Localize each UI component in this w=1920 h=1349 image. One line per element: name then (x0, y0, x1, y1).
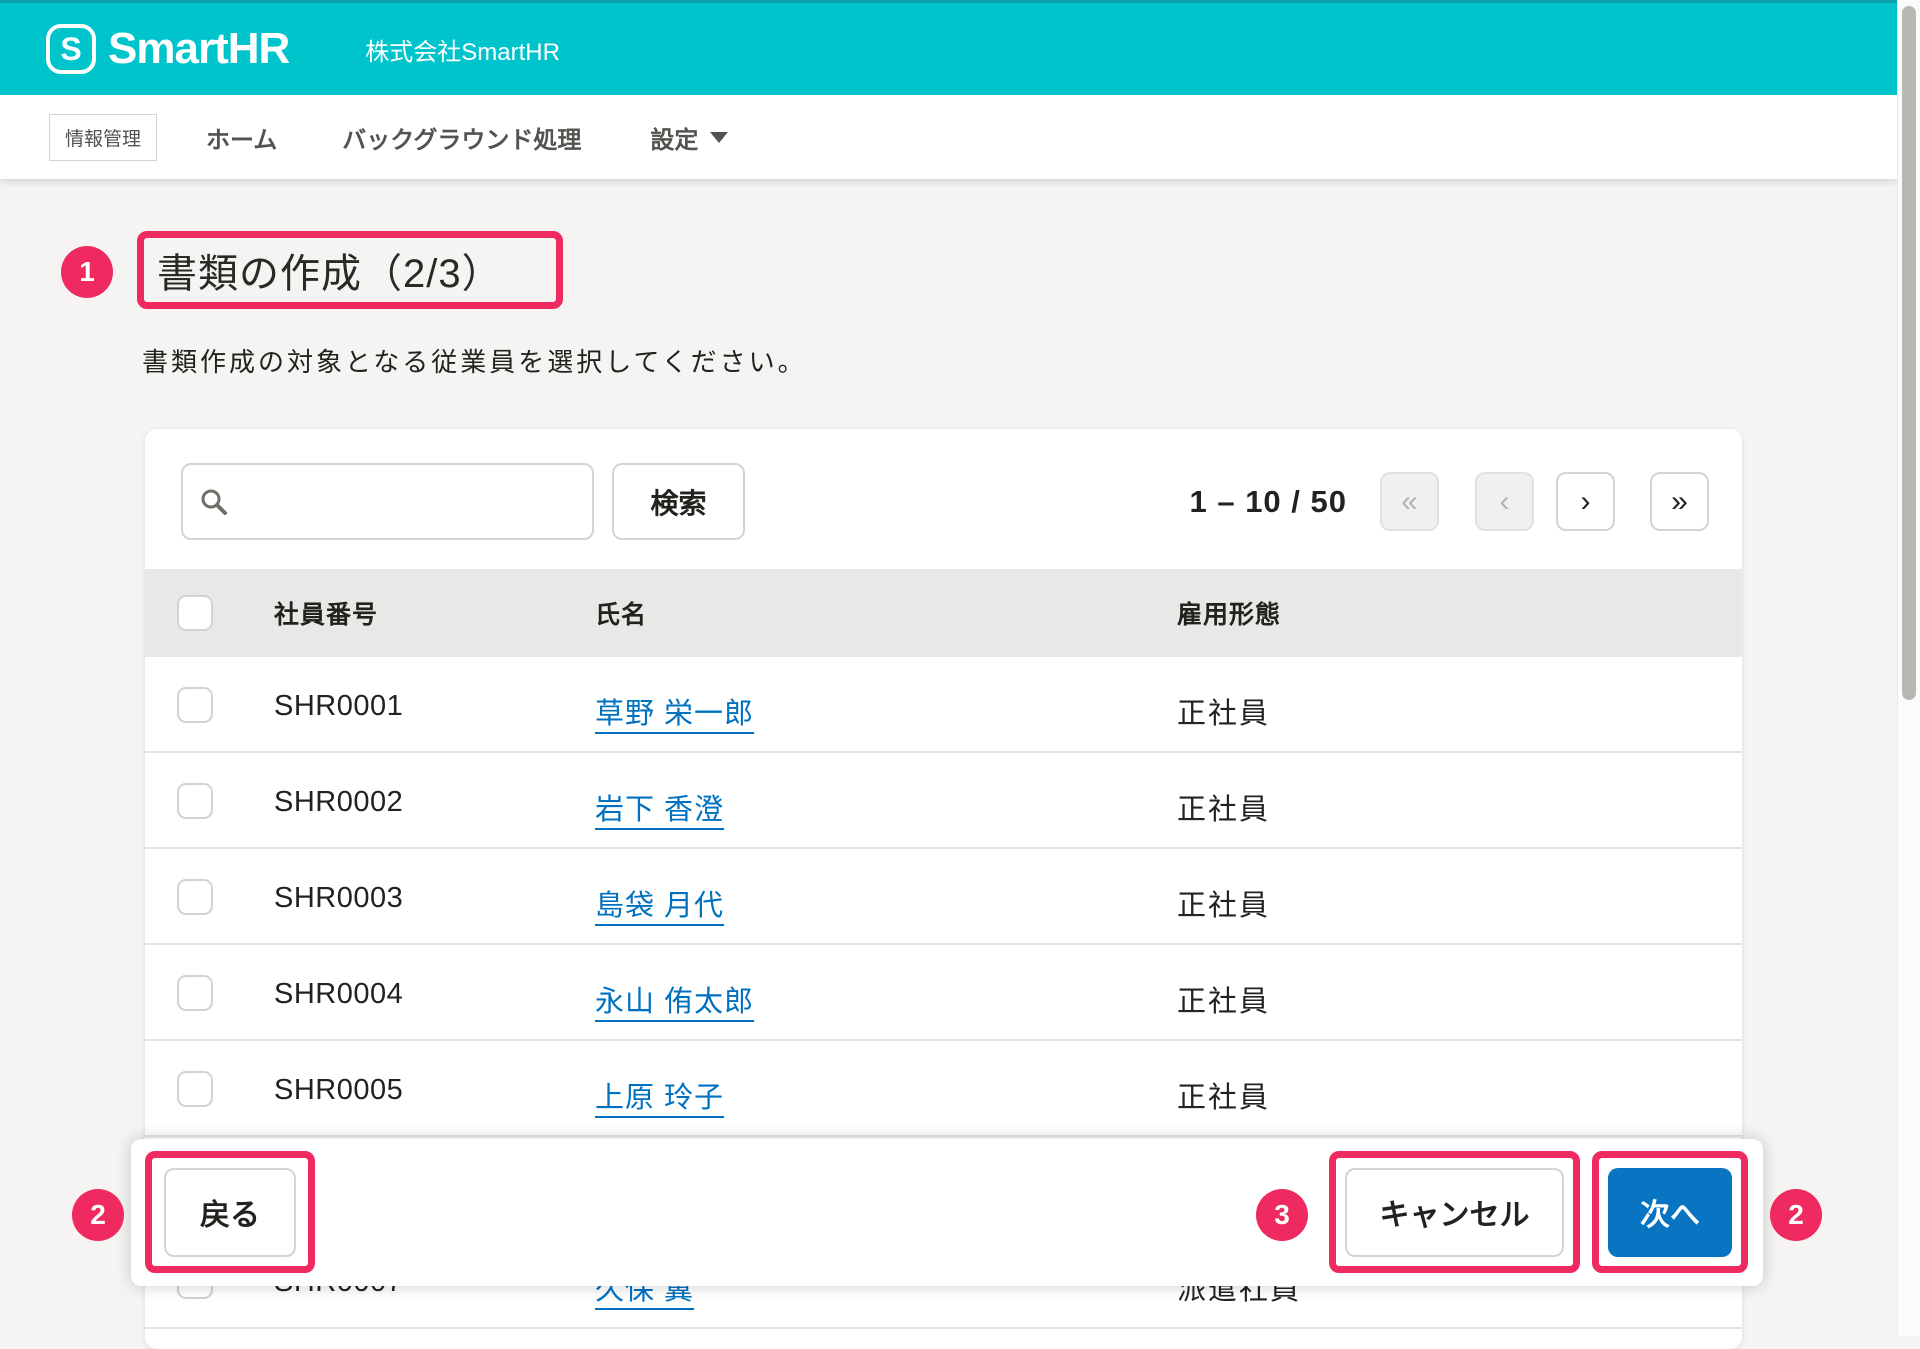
row-checkbox[interactable] (177, 783, 213, 819)
employee-name-link[interactable]: 永山 侑太郎 (595, 978, 754, 1020)
page-title: 書類の作成（2/3） (157, 252, 503, 296)
search-button[interactable]: 検索 (612, 463, 745, 540)
double-chevron-left-icon: « (1401, 484, 1418, 518)
back-highlight-box: 戻る (145, 1151, 315, 1273)
nav-item-background-jobs[interactable]: バックグラウンド処理 (342, 120, 581, 155)
employment-type-cell: 正社員 (1177, 1082, 1271, 1114)
smarthr-wordmark: SmartHR (108, 24, 290, 73)
scrollbar-track[interactable] (1897, 0, 1920, 1336)
table-header: 社員番号 氏名 雇用形態 (145, 569, 1742, 657)
employment-type-cell: 正社員 (1177, 986, 1271, 1018)
footer-action-bar: 戻る キャンセル 次へ (131, 1139, 1763, 1286)
table-row: SHR0005 上原 玲子 正社員 (145, 1041, 1742, 1137)
cancel-button[interactable]: キャンセル (1345, 1167, 1564, 1257)
table-row: SHR0003 島袋 月代 正社員 (145, 849, 1742, 945)
cancel-highlight-box: キャンセル (1329, 1151, 1580, 1273)
pagination-range-label: 1 – 10 / 50 (1189, 483, 1347, 519)
nav-bar: 情報管理 ホーム バックグラウンド処理 設定 (0, 95, 1897, 180)
select-all-checkbox[interactable] (177, 595, 213, 631)
chevron-right-icon: › (1580, 484, 1591, 518)
pagination-last-button[interactable]: » (1650, 472, 1709, 531)
column-header-employee-number: 社員番号 (274, 601, 379, 629)
employment-type-cell: 正社員 (1177, 698, 1271, 730)
employment-type-cell: 正社員 (1177, 794, 1271, 826)
title-highlight-box: 書類の作成（2/3） (137, 231, 563, 309)
employee-number-cell: SHR0001 (274, 690, 404, 722)
app-header: S SmartHR 株式会社SmartHR (0, 0, 1897, 95)
employee-number-cell: SHR0004 (274, 978, 404, 1010)
pagination-first-button[interactable]: « (1380, 472, 1439, 531)
back-button[interactable]: 戻る (164, 1167, 296, 1257)
employee-name-link[interactable]: 草野 栄一郎 (595, 690, 754, 732)
caret-down-icon (710, 131, 729, 143)
row-checkbox[interactable] (177, 879, 213, 915)
annotation-circle-2-right: 2 (1770, 1189, 1822, 1241)
next-highlight-box: 次へ (1592, 1151, 1748, 1273)
row-checkbox[interactable] (177, 1071, 213, 1107)
next-button[interactable]: 次へ (1608, 1167, 1732, 1257)
annotation-circle-2-left: 2 (72, 1189, 124, 1241)
logo-mark-letter: S (60, 30, 82, 67)
double-chevron-right-icon: » (1671, 484, 1688, 518)
nav-item-settings-label: 設定 (650, 126, 699, 154)
search-input[interactable] (181, 463, 594, 540)
employee-name-link[interactable]: 上原 玲子 (595, 1074, 724, 1116)
table-row: SHR0001 草野 栄一郎 正社員 (145, 657, 1742, 753)
row-checkbox[interactable] (177, 975, 213, 1011)
table-row: SHR0004 永山 侑太郎 正社員 (145, 945, 1742, 1041)
pagination-next-button[interactable]: › (1556, 472, 1615, 531)
column-header-name: 氏名 (595, 601, 648, 629)
nav-item-settings[interactable]: 設定 (650, 120, 729, 155)
nav-item-home[interactable]: ホーム (206, 120, 277, 155)
pagination-prev-button[interactable]: ‹ (1475, 472, 1534, 531)
search-icon (201, 489, 227, 515)
table-row: SHR0002 岩下 香澄 正社員 (145, 753, 1742, 849)
company-name: 株式会社SmartHR (365, 38, 560, 66)
employee-name-link[interactable]: 島袋 月代 (595, 882, 724, 924)
employee-number-cell: SHR0003 (274, 882, 404, 914)
employment-type-cell: 正社員 (1177, 890, 1271, 922)
page-description: 書類作成の対象となる従業員を選択してください。 (142, 347, 807, 377)
employee-name-link[interactable]: 岩下 香澄 (595, 786, 724, 828)
employee-number-cell: SHR0002 (274, 786, 404, 818)
search-box (181, 463, 594, 540)
column-header-employment-type: 雇用形態 (1177, 601, 1282, 629)
scrollbar-thumb[interactable] (1902, 6, 1916, 700)
employee-number-cell: SHR0005 (274, 1074, 404, 1106)
nav-badge-app[interactable]: 情報管理 (49, 113, 158, 161)
smarthr-logo-icon: S (46, 24, 96, 74)
annotation-circle-1: 1 (61, 246, 113, 298)
annotation-circle-3: 3 (1256, 1189, 1308, 1241)
row-checkbox[interactable] (177, 687, 213, 723)
chevron-left-icon: ‹ (1499, 484, 1510, 518)
